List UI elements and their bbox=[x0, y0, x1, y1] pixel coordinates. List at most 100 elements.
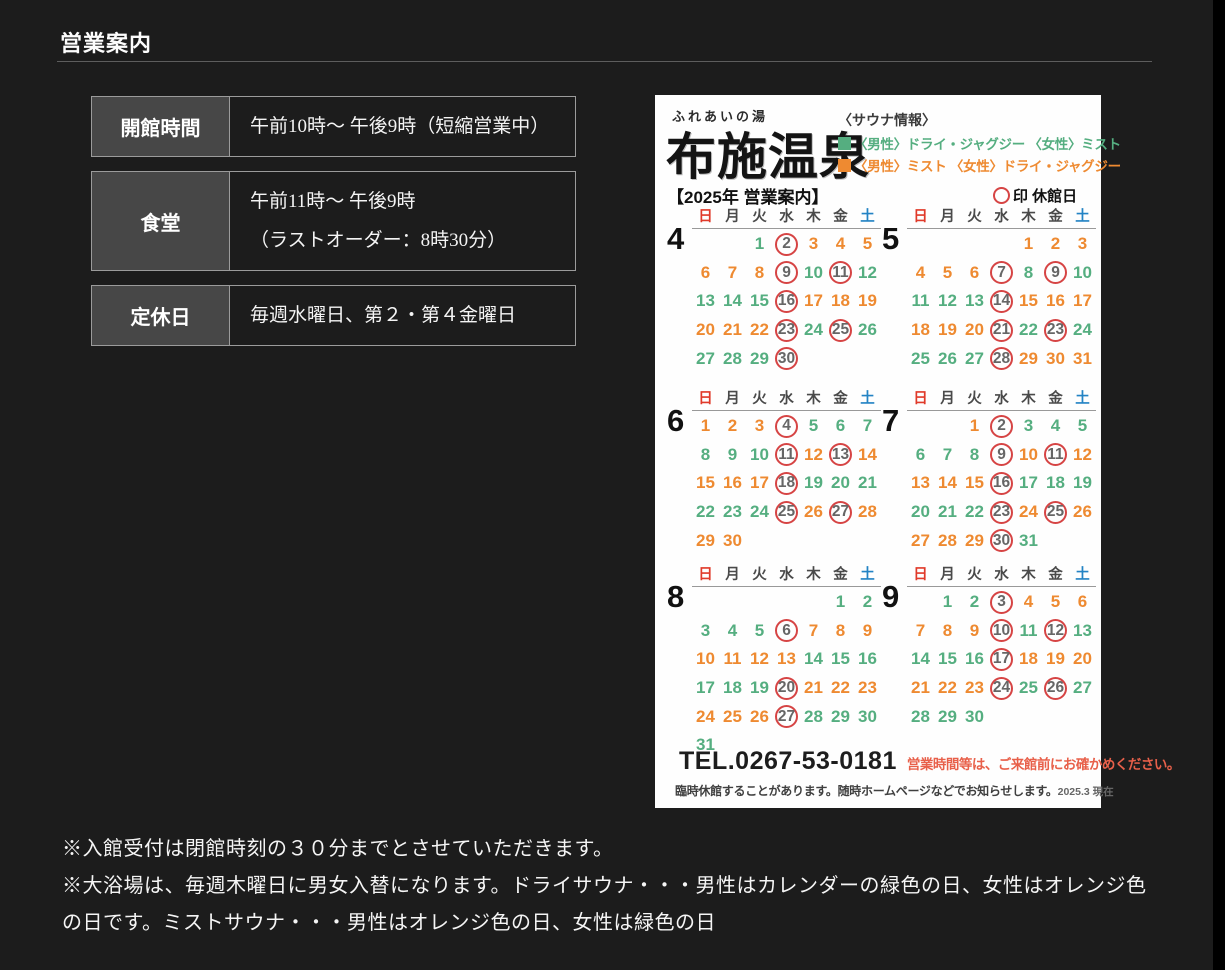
calendar-day: 4 bbox=[1042, 412, 1069, 441]
weekday-label: 金 bbox=[827, 391, 854, 408]
calendar-day: 29 bbox=[692, 526, 719, 555]
closed-day-marker: 10 bbox=[990, 619, 1013, 642]
calendar-day: 3 bbox=[692, 617, 719, 646]
weekday-label: 木 bbox=[800, 209, 827, 226]
closed-day-marker: 23 bbox=[775, 319, 798, 342]
days-grid: 1234567891011121314151617181920212223242… bbox=[692, 230, 880, 373]
calendar-day: 27 bbox=[907, 526, 934, 555]
weekday-label: 水 bbox=[773, 567, 800, 584]
month-number: 8 bbox=[667, 579, 684, 615]
calendar-day: 20 bbox=[1069, 645, 1096, 674]
legend-swatch-icon bbox=[838, 137, 851, 150]
info-table: 開館時間午前10時〜 午後9時（短縮営業中）食堂午前11時〜 午後9時（ラストオ… bbox=[91, 96, 576, 346]
calendar-day: 5 bbox=[1069, 412, 1096, 441]
closed-day-marker: 2 bbox=[990, 415, 1013, 438]
closed-day-marker: 2 bbox=[775, 233, 798, 256]
calendar-day: 13 bbox=[907, 469, 934, 498]
empty-day-cell bbox=[719, 230, 746, 259]
weekday-label: 木 bbox=[1015, 567, 1042, 584]
calendar-day: 3 bbox=[800, 230, 827, 259]
weekday-label: 金 bbox=[1042, 567, 1069, 584]
legend-label: 〈男性〉ミスト 〈女性〉ドライ・ジャグジー bbox=[854, 155, 1121, 175]
calendar-day: 1 bbox=[827, 588, 854, 617]
calendar-day: 2 bbox=[961, 588, 988, 617]
calendar-day: 7 bbox=[907, 617, 934, 646]
info-row-label: 開館時間 bbox=[92, 97, 230, 156]
empty-day-cell bbox=[961, 230, 988, 259]
as-of-date: 2025.3 現在 bbox=[1058, 784, 1114, 799]
calendar-day: 13 bbox=[692, 287, 719, 316]
calendar-day: 28 bbox=[988, 344, 1015, 373]
calendar-day: 20 bbox=[961, 316, 988, 345]
calendar-day: 26 bbox=[746, 702, 773, 731]
calendar-day: 20 bbox=[827, 469, 854, 498]
calendar-day: 11 bbox=[1042, 441, 1069, 470]
month-block: 8日月火水木金土12345678910111213141516171819202… bbox=[665, 567, 880, 760]
weekday-label: 土 bbox=[1069, 567, 1096, 584]
calendar-day: 14 bbox=[719, 287, 746, 316]
calendar-footnote-row: 臨時休館することがあります。随時ホームページなどでお知らせします。 2025.3… bbox=[675, 782, 1087, 799]
calendar-day: 19 bbox=[1069, 469, 1096, 498]
legend-item: 〈男性〉ミスト 〈女性〉ドライ・ジャグジー bbox=[838, 154, 1121, 176]
calendar-day: 9 bbox=[773, 259, 800, 288]
calendar-day: 12 bbox=[1042, 617, 1069, 646]
calendar-day: 28 bbox=[907, 702, 934, 731]
weekday-label: 金 bbox=[827, 567, 854, 584]
calendar-day: 11 bbox=[907, 287, 934, 316]
calendar-day: 9 bbox=[854, 617, 881, 646]
calendar-day: 4 bbox=[773, 412, 800, 441]
weekday-label: 木 bbox=[1015, 391, 1042, 408]
footer-note-reception: ※入館受付は閉館時刻の３０分までとさせていただきます。 bbox=[62, 831, 1154, 868]
closed-day-marker: 25 bbox=[775, 501, 798, 524]
legend-item: 〈男性〉ドライ・ジャグジー 〈女性〉ミスト bbox=[838, 132, 1121, 154]
empty-day-cell bbox=[746, 588, 773, 617]
calendar-day: 24 bbox=[800, 316, 827, 345]
weekday-label: 金 bbox=[1042, 391, 1069, 408]
info-value-line: （ラストオーダー：8時30分） bbox=[250, 221, 565, 260]
calendar-day: 15 bbox=[827, 645, 854, 674]
weekday-label: 火 bbox=[746, 567, 773, 584]
calendar-day: 27 bbox=[1069, 674, 1096, 703]
weekday-label: 木 bbox=[800, 567, 827, 584]
weekday-label: 水 bbox=[988, 209, 1015, 226]
calendar-day: 21 bbox=[907, 674, 934, 703]
closed-day-marker: 21 bbox=[990, 319, 1013, 342]
closed-day-legend-label: 印 休館日 bbox=[1013, 185, 1077, 206]
weekday-label: 金 bbox=[1042, 209, 1069, 226]
calendar-day: 3 bbox=[1015, 412, 1042, 441]
calendar-day: 12 bbox=[854, 259, 881, 288]
calendar-day: 9 bbox=[988, 441, 1015, 470]
weekday-header: 日月火水木金土 bbox=[692, 567, 881, 587]
calendar-day: 5 bbox=[800, 412, 827, 441]
calendar-day: 18 bbox=[907, 316, 934, 345]
calendar-day: 2 bbox=[719, 412, 746, 441]
weekday-label: 土 bbox=[1069, 391, 1096, 408]
calendar-day: 24 bbox=[988, 674, 1015, 703]
closed-day-marker: 27 bbox=[775, 705, 798, 728]
empty-day-cell bbox=[800, 588, 827, 617]
calendar-day: 7 bbox=[934, 441, 961, 470]
calendar-day: 25 bbox=[1015, 674, 1042, 703]
calendar-day: 17 bbox=[1069, 287, 1096, 316]
weekday-label: 月 bbox=[934, 391, 961, 408]
days-grid: 1234567891011121314151617181920212223242… bbox=[907, 412, 1095, 555]
days-grid: 1234567891011121314151617181920212223242… bbox=[692, 588, 880, 760]
calendar-day: 16 bbox=[854, 645, 881, 674]
empty-day-cell bbox=[907, 588, 934, 617]
days-grid: 1234567891011121314151617181920212223242… bbox=[907, 230, 1095, 373]
calendar-day: 26 bbox=[800, 498, 827, 527]
calendar-day: 30 bbox=[773, 344, 800, 373]
calendar-day: 20 bbox=[692, 316, 719, 345]
calendar-day: 2 bbox=[988, 412, 1015, 441]
calendar-day: 2 bbox=[773, 230, 800, 259]
calendar-day: 30 bbox=[854, 702, 881, 731]
weekday-label: 日 bbox=[907, 209, 934, 226]
calendar-day: 17 bbox=[746, 469, 773, 498]
closed-day-ring-icon bbox=[993, 187, 1010, 204]
closed-day-marker: 11 bbox=[1044, 443, 1067, 466]
closed-day-marker: 20 bbox=[775, 677, 798, 700]
closed-day-marker: 18 bbox=[775, 472, 798, 495]
closed-day-marker: 24 bbox=[990, 677, 1013, 700]
calendar-day: 7 bbox=[988, 259, 1015, 288]
closed-day-marker: 7 bbox=[990, 261, 1013, 284]
